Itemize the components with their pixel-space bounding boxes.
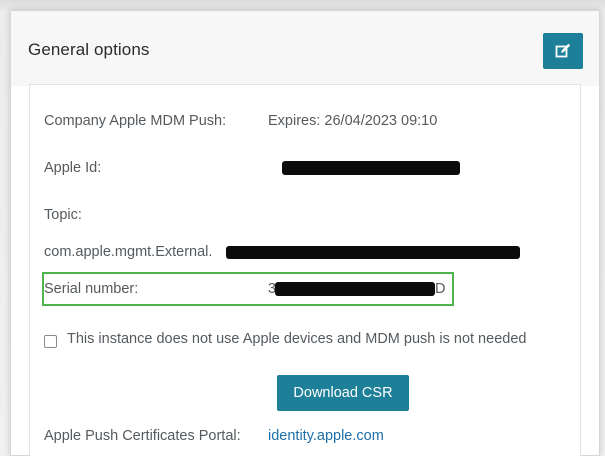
company-push-expiry: Expires: 26/04/2023 09:10 (268, 113, 438, 129)
apple-id-label: Apple Id: (44, 160, 102, 176)
screenshot-stage: General options Company Apple MDM Push: … (0, 0, 605, 456)
portal-link[interactable]: identity.apple.com (268, 428, 384, 444)
serial-number-redacted (275, 282, 435, 296)
serial-number-label: Serial number: (44, 281, 139, 297)
topic-value: com.apple.mgmt.External. (44, 244, 213, 260)
portal-label: Apple Push Certificates Portal: (44, 428, 241, 444)
panel-body: Company Apple MDM Push: Expires: 26/04/2… (29, 84, 581, 456)
edit-icon (555, 43, 571, 58)
topic-redacted (226, 246, 520, 259)
edit-button[interactable] (543, 33, 583, 69)
serial-number-last-char: D (435, 281, 446, 297)
topic-label: Topic: (44, 207, 82, 223)
mdm-not-needed-label[interactable]: This instance does not use Apple devices… (67, 331, 526, 347)
company-push-label: Company Apple MDM Push: (44, 113, 227, 129)
mdm-not-needed-checkbox[interactable] (44, 335, 57, 348)
general-options-panel: General options Company Apple MDM Push: … (10, 10, 600, 456)
apple-id-redacted (282, 161, 460, 175)
panel-title: General options (28, 40, 150, 59)
panel-header: General options (11, 11, 599, 86)
download-csr-button[interactable]: Download CSR (277, 375, 409, 411)
